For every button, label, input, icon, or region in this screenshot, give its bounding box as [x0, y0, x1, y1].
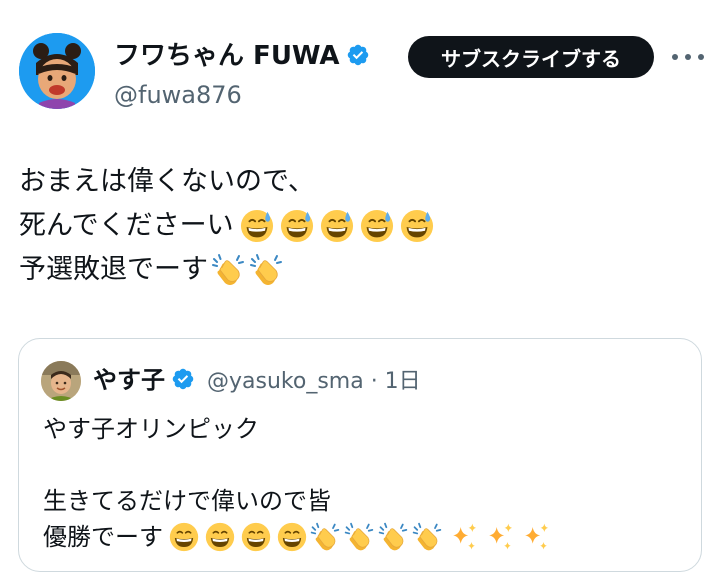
grinning-emoji: [241, 522, 271, 552]
tweet-body: おまえは偉くないので、 死んでくださーい 予選敗退でーす: [19, 160, 434, 292]
verified-badge-icon: [171, 367, 195, 391]
clapping-hands-emoji: [377, 521, 409, 553]
author-handle[interactable]: @fuwa876: [114, 80, 242, 110]
grinning-sweat-emoji: [240, 209, 274, 243]
grinning-sweat-emoji: [320, 209, 354, 243]
sparkles-emoji: [521, 522, 551, 552]
more-dot: [685, 54, 691, 60]
quoted-line-3: 優勝でーす: [43, 519, 551, 555]
author-display-name[interactable]: フワちゃん FUWA: [114, 40, 370, 72]
quoted-line-2: 生きてるだけで偉いので皆: [43, 483, 551, 519]
grinning-emoji: [277, 522, 307, 552]
subscribe-button[interactable]: サブスクライブする: [408, 36, 654, 78]
quoted-line-3-text: 優勝でーす: [43, 523, 163, 551]
tweet-line-1-text: おまえは偉くないので、: [19, 166, 315, 197]
clapping-hands-emoji: [248, 252, 284, 288]
quoted-author-name[interactable]: やす子: [93, 365, 195, 395]
author-avatar[interactable]: [19, 33, 95, 109]
avatar-photo: [19, 33, 95, 109]
clapping-hands-emoji: [411, 521, 443, 553]
quoted-body: やす子オリンピック 生きてるだけで偉いので皆 優勝でーす: [43, 411, 551, 555]
tweet-line-2: 死んでくださーい: [19, 204, 434, 248]
sparkles-emoji: [485, 522, 515, 552]
quoted-author-avatar[interactable]: [41, 361, 81, 401]
clapping-hands-emoji: [309, 521, 341, 553]
avatar-photo: [41, 361, 81, 401]
more-dot: [698, 54, 704, 60]
quoted-line-2-text: 生きてるだけで偉いので皆: [43, 487, 331, 515]
author-name-text: フワちゃん FUWA: [114, 41, 340, 71]
clapping-hands-emoji: [343, 521, 375, 553]
tweet-header: フワちゃん FUWA @fuwa876 サブスクライブする: [0, 0, 719, 130]
tweet-line-3-text: 予選敗退でーす: [19, 254, 208, 285]
grinning-sweat-emoji: [360, 209, 394, 243]
quoted-handle-time[interactable]: @yasuko_sma · 1日: [207, 367, 421, 397]
verified-badge-icon: [346, 43, 370, 67]
quoted-author-name-text: やす子: [93, 366, 165, 394]
grinning-emoji: [169, 522, 199, 552]
grinning-sweat-emoji: [400, 209, 434, 243]
grinning-sweat-emoji: [280, 209, 314, 243]
quoted-line-1: やす子オリンピック: [43, 411, 551, 447]
quoted-line-1-text: やす子オリンピック: [43, 415, 259, 443]
clapping-hands-emoji: [210, 252, 246, 288]
more-dot: [672, 54, 678, 60]
quoted-blank-line: [43, 447, 551, 483]
sparkles-emoji: [449, 522, 479, 552]
more-options-icon[interactable]: [672, 44, 704, 70]
tweet-line-1: おまえは偉くないので、: [19, 160, 434, 204]
tweet-line-2-text: 死んでくださーい: [19, 210, 234, 241]
tweet-line-3: 予選敗退でーす: [19, 248, 434, 292]
grinning-emoji: [205, 522, 235, 552]
quoted-tweet-card[interactable]: やす子 @yasuko_sma · 1日 やす子オリンピック 生きてるだけで偉い…: [18, 338, 702, 572]
